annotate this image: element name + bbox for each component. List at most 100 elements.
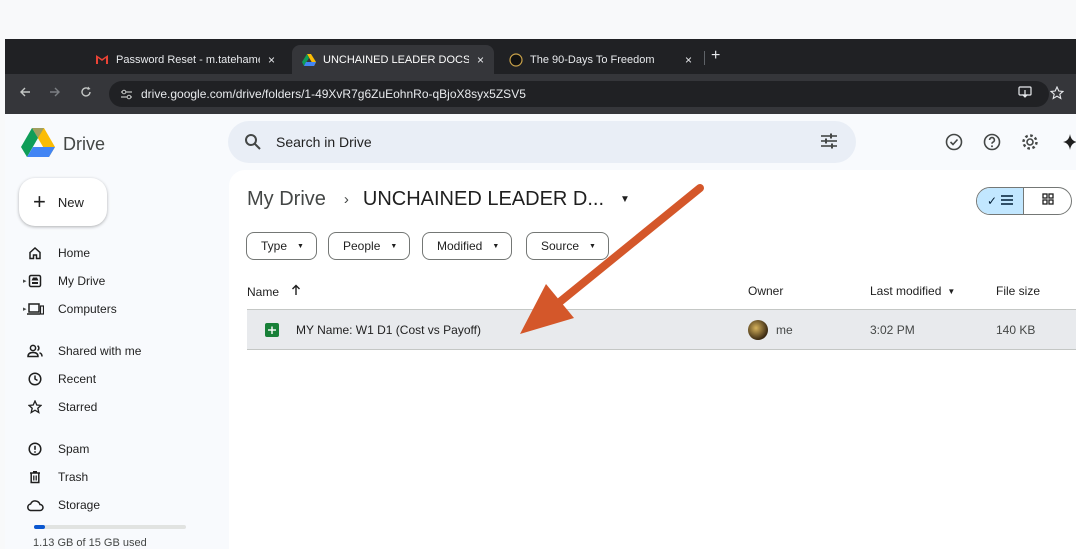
- shared-icon: [26, 342, 44, 360]
- list-icon: [1001, 194, 1014, 208]
- spam-icon: [26, 440, 44, 458]
- tab-freedom[interactable]: The 90-Days To Freedom ×: [499, 45, 702, 74]
- sidebar-item-starred[interactable]: Starred: [26, 395, 97, 419]
- sidebar-item-label: Storage: [58, 498, 101, 512]
- dropdown-caret-icon: ▼: [589, 242, 596, 250]
- main-content: My Drive › UNCHAINED LEADER D... ▼ ✓ Typ…: [229, 170, 1076, 549]
- reload-icon[interactable]: [80, 85, 92, 101]
- filter-label: Source: [541, 239, 580, 253]
- app-name: Drive: [63, 134, 106, 154]
- sidebar-item-label: Computers: [58, 302, 117, 316]
- sidebar-item-label: Home: [58, 246, 91, 260]
- sidebar-item-label: My Drive: [58, 274, 106, 288]
- tab-title: The 90-Days To Freedom: [530, 53, 655, 66]
- filter-type[interactable]: Type ▼: [246, 232, 317, 260]
- storage-usage-fill: [34, 525, 46, 529]
- breadcrumb-root[interactable]: My Drive: [247, 188, 326, 211]
- file-last-modified: 3:02 PM: [870, 323, 915, 337]
- list-view-button[interactable]: ✓: [977, 188, 1025, 214]
- cloud-icon: [26, 496, 44, 514]
- sort-caret-icon[interactable]: ▼: [947, 287, 955, 296]
- expand-caret-icon[interactable]: ▸: [23, 305, 33, 313]
- new-button[interactable]: + New: [19, 178, 107, 226]
- url-text: drive.google.com/drive/folders/1-49XvR7g…: [141, 87, 526, 101]
- back-icon[interactable]: [19, 85, 31, 101]
- tab-separator: [704, 51, 705, 65]
- table-row[interactable]: MY Name: W1 D1 (Cost vs Payoff) me 3:02 …: [247, 309, 1076, 350]
- search-bar[interactable]: [228, 121, 856, 163]
- filter-source[interactable]: Source ▼: [526, 232, 609, 260]
- install-app-icon[interactable]: [1018, 86, 1032, 103]
- new-button-label: New: [57, 194, 84, 210]
- tab-title: UNCHAINED LEADER DOCS -: [323, 53, 469, 66]
- search-options-icon[interactable]: [820, 133, 838, 154]
- google-sheets-icon: [265, 323, 279, 337]
- drive-logo-icon: [21, 127, 55, 162]
- dropdown-caret-icon: ▼: [297, 242, 304, 250]
- owner-label: me: [776, 323, 793, 337]
- close-icon[interactable]: ×: [268, 53, 275, 67]
- sort-arrow-up-icon[interactable]: [291, 284, 301, 299]
- dropdown-caret-icon: ▼: [492, 242, 500, 250]
- sidebar-item-home[interactable]: Home: [26, 241, 90, 265]
- bookmark-star-icon[interactable]: [1049, 85, 1065, 103]
- drive-logo[interactable]: Drive: [21, 127, 105, 162]
- tab-drive[interactable]: UNCHAINED LEADER DOCS - ×: [292, 45, 494, 74]
- close-icon[interactable]: ×: [685, 53, 692, 67]
- file-owner: me: [748, 320, 793, 340]
- offline-ready-icon[interactable]: [945, 133, 965, 153]
- tab-title: Password Reset - m.tatehame: [116, 53, 260, 66]
- address-bar[interactable]: drive.google.com/drive/folders/1-49XvR7g…: [109, 81, 1049, 107]
- close-icon[interactable]: ×: [477, 53, 484, 67]
- view-toggle: ✓: [976, 187, 1072, 215]
- folder-menu-caret-icon[interactable]: ▼: [620, 194, 630, 205]
- grid-view-button[interactable]: [1024, 188, 1071, 214]
- gemini-sparkle-icon[interactable]: [1062, 133, 1076, 153]
- column-label: Owner: [748, 284, 784, 298]
- sidebar-item-spam[interactable]: Spam: [26, 437, 89, 461]
- file-name[interactable]: MY Name: W1 D1 (Cost vs Payoff): [296, 323, 481, 337]
- search-input[interactable]: [276, 134, 776, 150]
- column-header-name[interactable]: Name: [247, 284, 301, 299]
- sidebar-item-label: Starred: [58, 400, 98, 414]
- site-icon: [509, 52, 523, 67]
- gmail-icon: [95, 53, 109, 67]
- breadcrumb: My Drive › UNCHAINED LEADER D... ▼: [247, 188, 630, 211]
- trash-icon: [26, 468, 44, 486]
- column-header-last-modified[interactable]: Last modified ▼: [870, 284, 955, 298]
- sidebar-item-storage[interactable]: Storage: [26, 493, 100, 517]
- filter-label: Modified: [437, 239, 483, 253]
- sidebar-item-trash[interactable]: Trash: [26, 465, 88, 489]
- breadcrumb-current-folder[interactable]: UNCHAINED LEADER D...: [363, 188, 604, 211]
- column-header-file-size[interactable]: File size: [996, 284, 1040, 298]
- filter-people[interactable]: People ▼: [328, 232, 411, 260]
- expand-caret-icon[interactable]: ▸: [23, 277, 33, 285]
- sidebar-item-recent[interactable]: Recent: [26, 367, 96, 391]
- breadcrumb-separator: ›: [343, 191, 349, 208]
- star-icon: [26, 398, 44, 416]
- dropdown-caret-icon: ▼: [390, 242, 398, 250]
- sidebar-item-shared[interactable]: Shared with me: [26, 339, 141, 363]
- search-icon[interactable]: [244, 133, 262, 151]
- plus-icon: +: [33, 189, 46, 214]
- storage-usage-bar: [34, 525, 186, 529]
- sidebar-item-label: Trash: [58, 470, 89, 484]
- filter-label: People: [343, 239, 381, 253]
- storage-usage-text: 1.13 GB of 15 GB used: [33, 537, 147, 549]
- sidebar-item-computers[interactable]: ▸ Computers: [23, 297, 117, 321]
- site-settings-icon[interactable]: [119, 87, 133, 101]
- forward-icon[interactable]: [49, 85, 61, 101]
- new-tab-button[interactable]: +: [711, 47, 720, 65]
- column-header-owner[interactable]: Owner: [748, 284, 783, 298]
- sidebar-item-my-drive[interactable]: ▸ My Drive: [23, 269, 106, 293]
- tab-gmail[interactable]: Password Reset - m.tatehame ×: [85, 45, 285, 74]
- settings-gear-icon[interactable]: [1021, 133, 1041, 153]
- sidebar-item-label: Spam: [58, 442, 90, 456]
- sidebar-item-label: Recent: [58, 372, 97, 386]
- column-label: Name: [247, 284, 280, 299]
- help-icon[interactable]: [983, 133, 1003, 153]
- drive-icon: [302, 53, 316, 67]
- check-icon: ✓: [986, 194, 998, 208]
- filter-modified[interactable]: Modified ▼: [422, 232, 513, 260]
- column-label: Last modified: [870, 284, 942, 298]
